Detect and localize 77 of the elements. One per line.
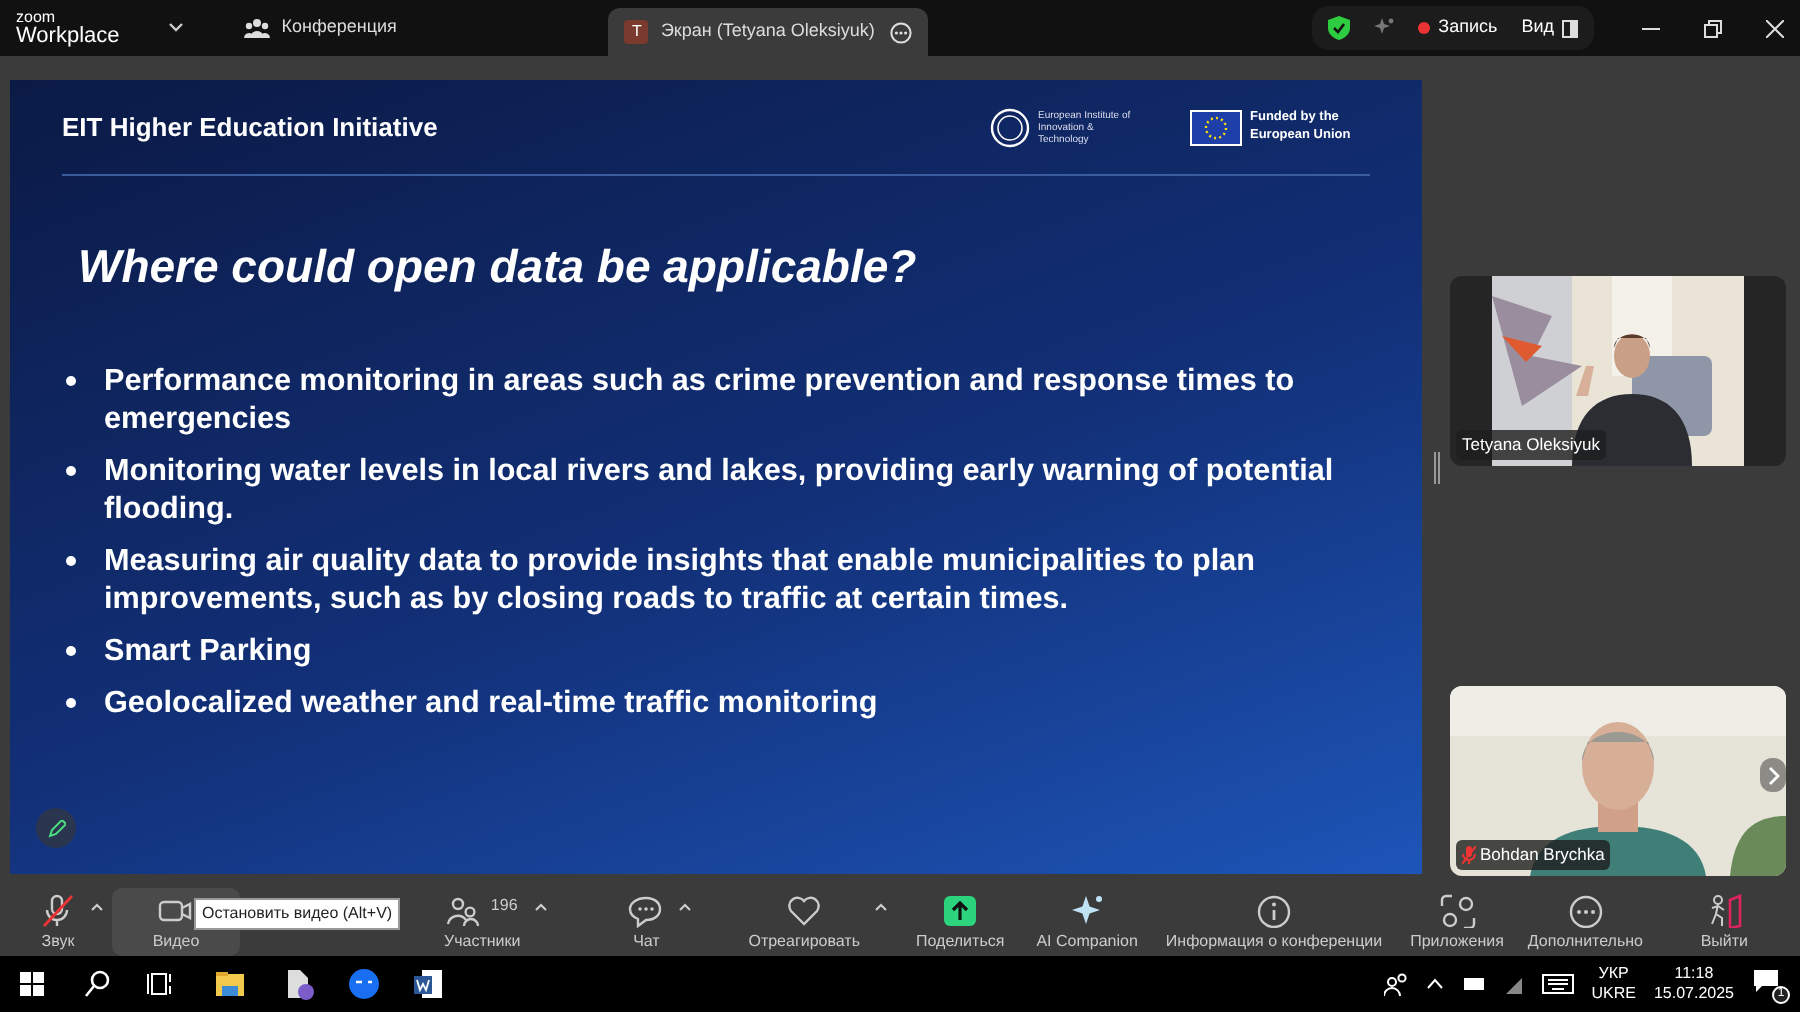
zoom-app-icon[interactable] <box>348 968 380 1000</box>
toolbar-button[interactable]: Чат <box>620 888 673 956</box>
caret-up-icon[interactable] <box>90 902 104 912</box>
more-icon <box>1567 894 1604 928</box>
notification-icon <box>1752 968 1780 992</box>
bullet-icon <box>66 375 76 385</box>
tooltip: Остановить видео (Alt+V) <box>194 898 401 930</box>
people-icon <box>446 894 483 928</box>
logo-text: zoom <box>16 9 58 25</box>
shield-icon <box>1328 16 1351 40</box>
avatar: T <box>624 20 649 44</box>
toolbar-button[interactable]: Информация о конференции <box>1157 888 1391 956</box>
bullet-icon <box>66 645 76 655</box>
people-icon[interactable] <box>1383 972 1408 996</box>
layout-icon <box>1562 19 1578 37</box>
task-view-icon[interactable] <box>146 968 174 1000</box>
toolbar-button[interactable]: Дополнительно <box>1519 888 1651 956</box>
caret-up-icon[interactable] <box>534 902 549 912</box>
people-icon <box>243 18 270 38</box>
info-icon <box>1256 894 1292 928</box>
bullet-icon <box>66 697 76 707</box>
toolbar-button[interactable]: 196 Участники <box>436 888 529 956</box>
record-dot-icon <box>1418 22 1431 34</box>
search-icon[interactable] <box>84 968 112 1000</box>
toolbar-button[interactable]: Выйти <box>1692 888 1756 956</box>
heart-icon <box>786 894 823 928</box>
apps-icon <box>1439 894 1476 928</box>
toolbar-button[interactable]: Поделиться <box>908 888 1013 956</box>
next-button[interactable] <box>1760 758 1786 792</box>
tab[interactable]: T Экран (Tetyana Oleksiyuk) <box>608 8 929 56</box>
chevron-right-icon <box>1767 765 1779 785</box>
more-icon[interactable] <box>890 21 913 43</box>
participant-count: 196 <box>490 894 518 918</box>
eit-logo-icon <box>990 107 1030 147</box>
participant-name: Bohdan Brychka <box>1480 842 1605 868</box>
close-icon[interactable] <box>1766 19 1784 37</box>
slide-title: Where could open data be applicable? <box>78 238 919 296</box>
logo-text: Workplace <box>16 25 120 47</box>
bullet-text: Smart Parking <box>104 631 312 669</box>
view-button[interactable]: Вид <box>1521 14 1578 42</box>
toolbar-button[interactable]: Звук <box>32 888 84 956</box>
chevron-down-icon[interactable] <box>167 22 184 34</box>
toolbar-button[interactable]: AI Companion <box>1028 888 1146 956</box>
exit-icon <box>1706 894 1743 928</box>
sparkle-icon <box>1069 894 1106 928</box>
toolbar-button[interactable]: Отреагировать <box>740 888 869 956</box>
annotate-button[interactable] <box>36 808 76 848</box>
eu-flag-icon <box>1190 109 1242 145</box>
tab[interactable]: Конференция <box>227 4 413 52</box>
document-icon[interactable] <box>282 968 314 1000</box>
toolbar-button[interactable]: Приложения <box>1402 888 1512 956</box>
clock-time[interactable]: 11:18 <box>1653 964 1734 984</box>
caret-up-icon[interactable] <box>678 902 693 912</box>
maximize-icon[interactable] <box>1704 19 1722 37</box>
pencil-icon <box>47 819 65 837</box>
bullet-icon <box>66 555 76 565</box>
word-icon[interactable] <box>412 968 444 1000</box>
participant-name: Tetyana Oleksiyuk <box>1462 432 1600 458</box>
bullet-text: Monitoring water levels in local rivers and lakes, providing early warning of potential flooding. <box>104 451 1334 527</box>
bullet-text: Performance monitoring in areas such as crime prevention and response times to emergencies <box>104 361 1297 437</box>
language-indicator[interactable]: УКР <box>1591 964 1636 984</box>
record-button[interactable]: Запись <box>1418 14 1498 42</box>
windows-icon[interactable] <box>18 968 46 1000</box>
folder-icon[interactable] <box>214 968 246 1000</box>
bullet-text: Measuring air quality data to provide insights that enable municipalities to plan improvements, such as by closing roads to traffic at certain times. <box>104 541 1257 617</box>
sparkle-icon[interactable] <box>1374 18 1395 38</box>
share-icon <box>942 894 979 928</box>
bullet-text: Geolocalized weather and real-time traffic monitoring <box>104 683 878 721</box>
splitter-handle-icon[interactable] <box>1433 452 1439 484</box>
chat-icon <box>628 894 665 928</box>
slide-header: EIT Higher Education Initiative <box>62 109 438 146</box>
clock-date[interactable]: 15.07.2025 <box>1653 984 1734 1004</box>
language-indicator[interactable]: UKRE <box>1591 984 1636 1004</box>
battery-icon[interactable] <box>1461 972 1486 996</box>
bullet-icon <box>66 465 76 475</box>
keyboard-icon[interactable] <box>1541 972 1574 996</box>
caret-up-icon[interactable] <box>874 902 889 912</box>
